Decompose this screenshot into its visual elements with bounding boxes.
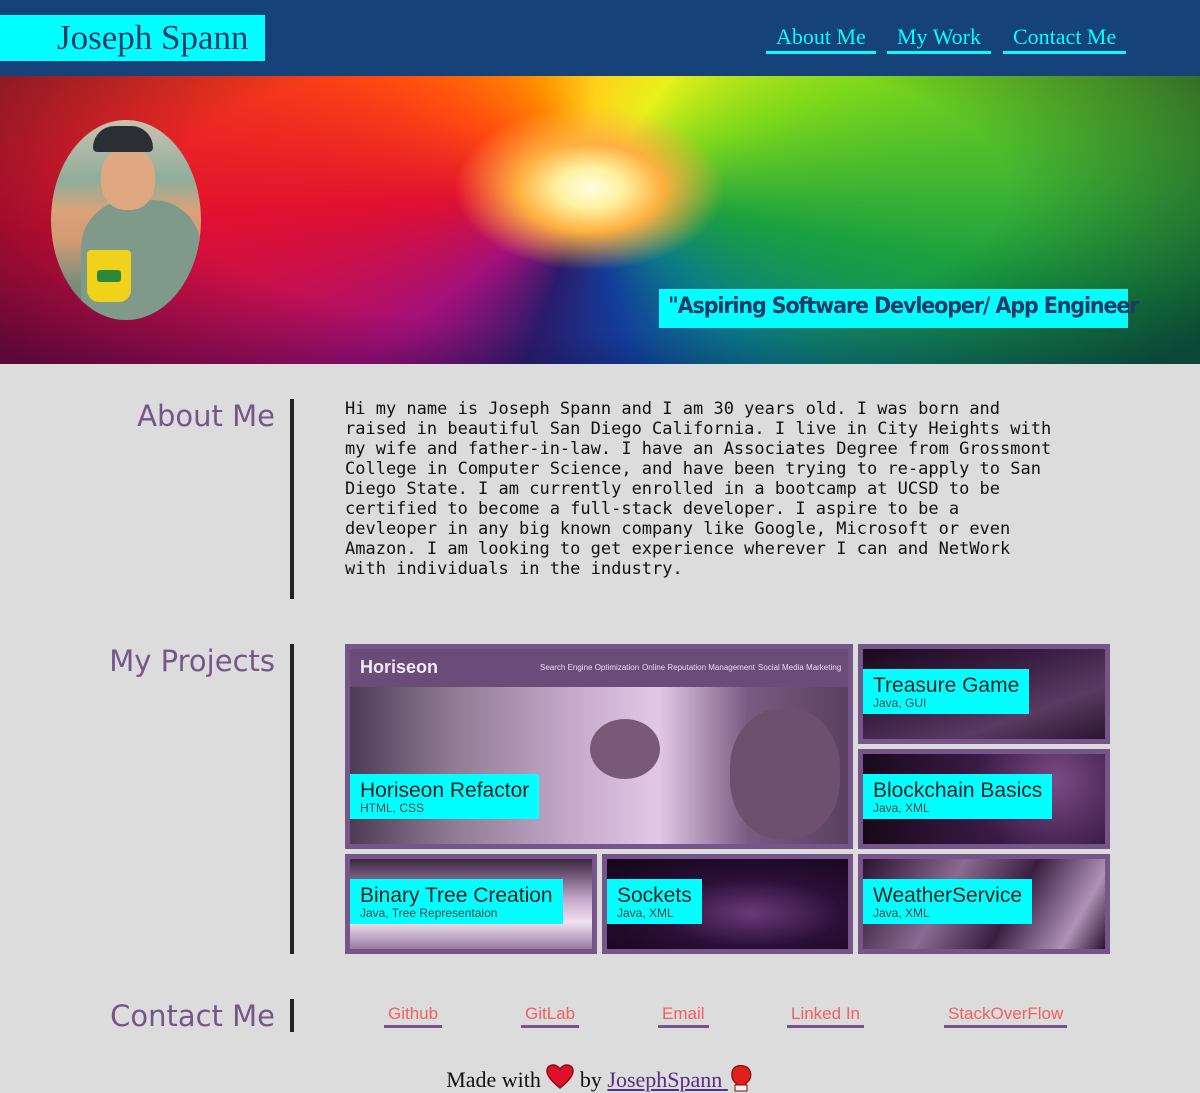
project-tech: HTML, CSS: [360, 801, 425, 815]
boxing-glove-icon: [731, 1065, 752, 1092]
about-text: Hi my name is Joseph Spann and I am 30 y…: [345, 399, 1052, 579]
project-title: Blockchain Basics: [873, 779, 1043, 802]
project-title: Binary Tree Creation: [360, 884, 553, 907]
horiseon-nav-reputation: Online Reputation Management: [642, 663, 755, 672]
brand-box: Joseph Spann: [0, 15, 265, 61]
project-title: Sockets: [617, 884, 692, 907]
tagline-box: "Aspiring Software Devleoper/ App Engine…: [659, 289, 1140, 328]
footer-author: JosephSpann: [607, 1067, 723, 1092]
about-title: About Me: [137, 399, 275, 433]
horiseon-nav-seo: Search Engine Optimization: [540, 663, 640, 672]
projects-divider: [290, 644, 294, 954]
contact-title: Contact Me: [110, 999, 275, 1033]
about-divider: [290, 399, 294, 599]
project-card-treasure-game[interactable]: Treasure Game Java, GUI: [858, 644, 1110, 744]
projects-title: My Projects: [109, 644, 275, 678]
project-tech: Java, XML: [873, 801, 930, 815]
profile-photo: [51, 120, 201, 320]
project-tech: Java, GUI: [873, 696, 927, 710]
project-card-horiseon[interactable]: Horiseon Search Engine Optimization Onli…: [345, 644, 853, 849]
project-card-sockets[interactable]: Sockets Java, XML: [602, 854, 853, 954]
contact-link-stackoverflow[interactable]: StackOverFlow: [944, 1003, 1068, 1028]
project-label: Horiseon Refactor HTML, CSS: [350, 774, 540, 819]
hero-banner: "Aspiring Software Devleoper/ App Engine…: [0, 76, 1200, 364]
project-title: WeatherService: [873, 884, 1023, 907]
project-label: Binary Tree Creation Java, Tree Represen…: [350, 879, 563, 924]
project-label: Sockets Java, XML: [607, 879, 702, 924]
horiseon-nav-social: Social Media Marketing: [758, 663, 842, 672]
footer-made-with: Made with: [446, 1067, 541, 1092]
project-label: WeatherService Java, XML: [863, 879, 1033, 924]
project-title: Horiseon Refactor: [360, 779, 530, 802]
contact-link-linkedin[interactable]: Linked In: [787, 1003, 864, 1028]
footer-by: by: [579, 1067, 602, 1092]
nav-contact-me[interactable]: Contact Me: [1003, 24, 1127, 54]
contact-divider: [290, 999, 294, 1032]
horiseon-logo: Horiseon: [360, 657, 439, 677]
site-title: Joseph Spann: [57, 18, 249, 57]
contact-link-github[interactable]: Github: [384, 1003, 443, 1028]
project-label: Blockchain Basics Java, XML: [863, 774, 1053, 819]
project-label: Treasure Game Java, GUI: [863, 669, 1030, 714]
project-title: Treasure Game: [873, 674, 1020, 697]
footer-author-link[interactable]: JosephSpann: [607, 1067, 727, 1092]
project-card-weatherservice[interactable]: WeatherService Java, XML: [858, 854, 1110, 954]
tagline-text: "Aspiring Software Devleoper/ App Engine…: [668, 294, 1140, 319]
contact-link-email[interactable]: Email: [658, 1003, 709, 1028]
site-footer: Made with by JosephSpann: [0, 1064, 1200, 1093]
nav-my-work[interactable]: My Work: [887, 24, 991, 54]
nav-about-me[interactable]: About Me: [766, 24, 876, 54]
project-tech: Java, Tree Representaion: [360, 906, 498, 920]
project-tech: Java, XML: [873, 906, 930, 920]
contact-link-gitlab[interactable]: GitLab: [521, 1003, 580, 1028]
site-header: Joseph Spann About Me My Work Contact Me: [0, 0, 1200, 76]
project-card-blockchain-basics[interactable]: Blockchain Basics Java, XML: [858, 749, 1110, 849]
project-tech: Java, XML: [617, 906, 674, 920]
heart-icon: [546, 1064, 575, 1089]
project-card-binary-tree[interactable]: Binary Tree Creation Java, Tree Represen…: [345, 854, 597, 954]
